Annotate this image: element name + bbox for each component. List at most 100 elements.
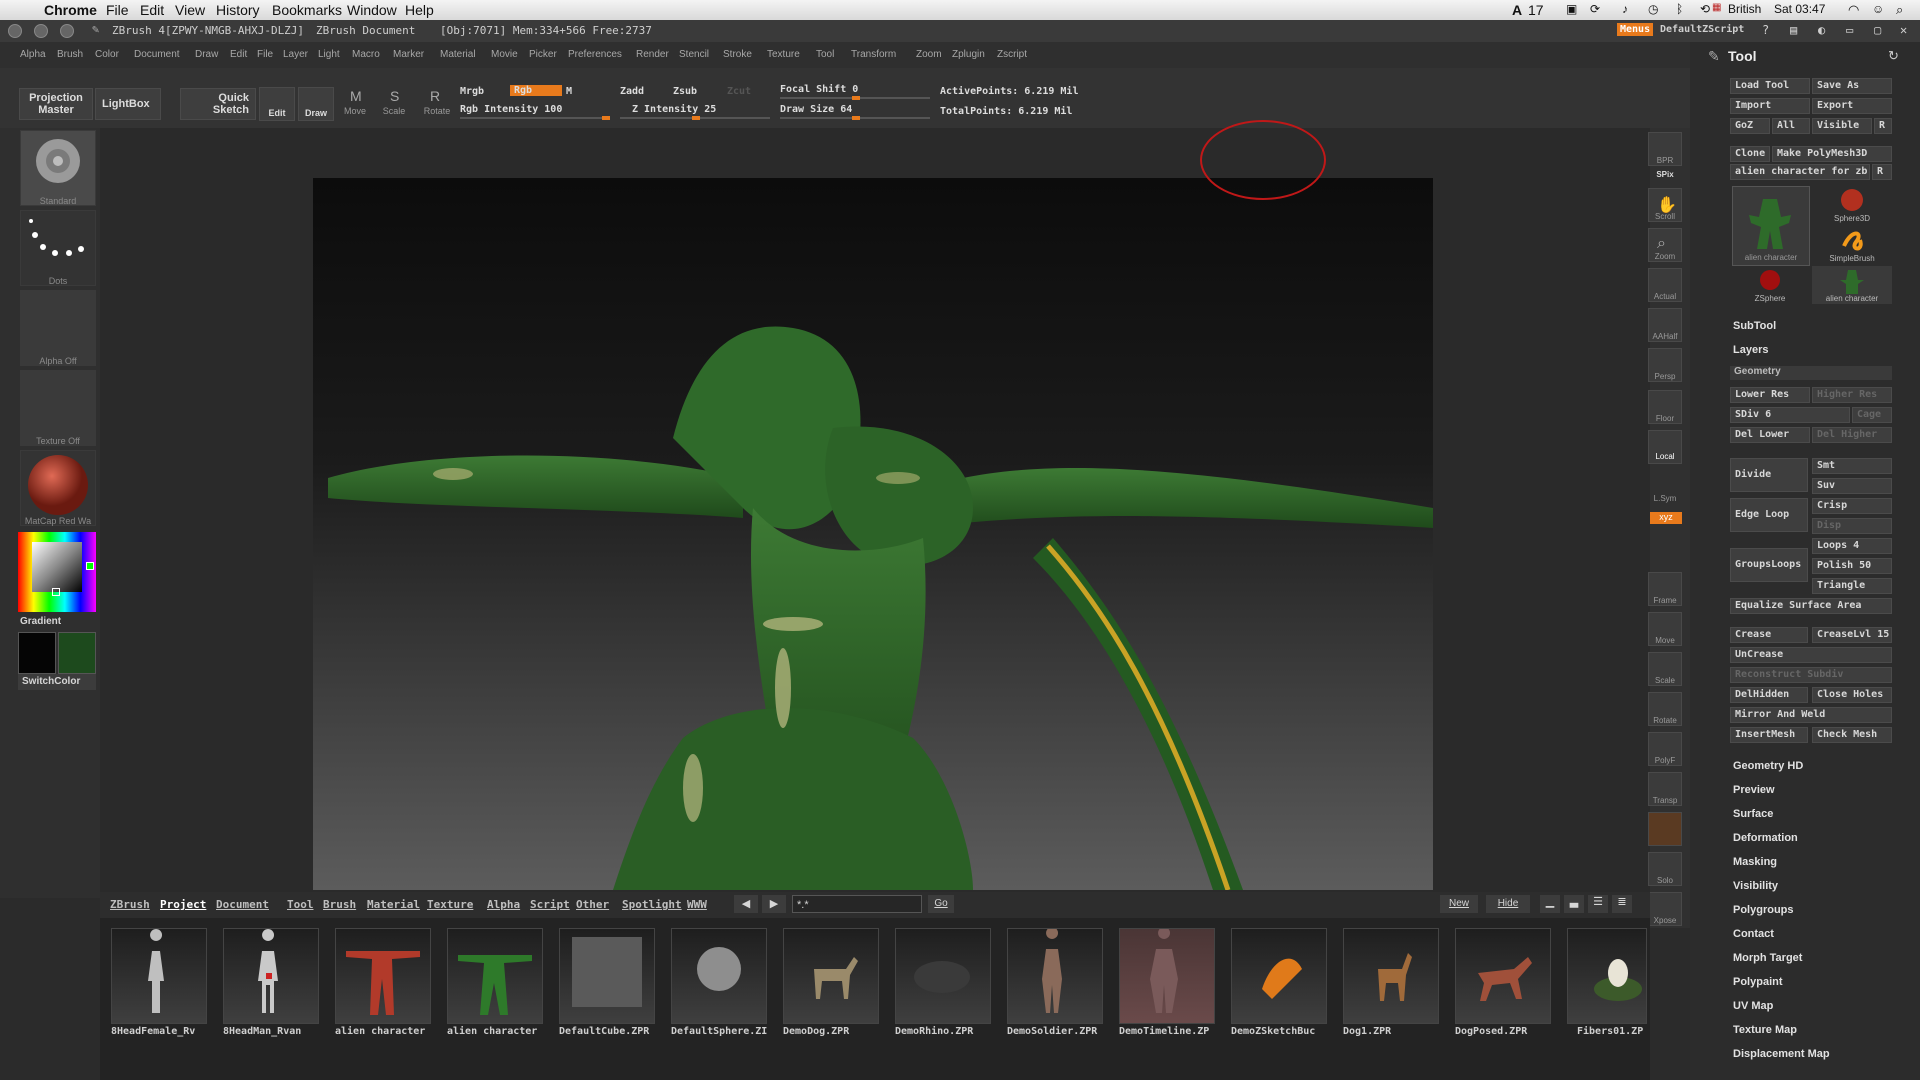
menu-texture[interactable]: Texture (767, 49, 800, 60)
make-polymesh-button[interactable]: Make PolyMesh3D (1772, 146, 1892, 162)
zoom-icon[interactable] (60, 24, 74, 38)
insertmesh-button[interactable]: InsertMesh (1730, 727, 1808, 743)
rotate-button[interactable]: Rotate (420, 106, 454, 116)
lb-tab-www[interactable]: WWW (687, 898, 707, 911)
loops-slider[interactable]: Loops 4 (1812, 538, 1892, 554)
uv-map-section[interactable]: UV Map (1733, 1000, 1773, 1012)
main-color-swatch[interactable] (58, 632, 96, 674)
lower-res-button[interactable]: Lower Res (1730, 387, 1810, 403)
maximize-window-icon[interactable]: ▢ (1874, 23, 1881, 37)
close-window-icon[interactable]: ✕ (1900, 23, 1907, 37)
contact-section[interactable]: Contact (1733, 928, 1774, 940)
preview-section[interactable]: Preview (1733, 784, 1775, 796)
layers-section[interactable]: Layers (1733, 344, 1768, 356)
lb-tab-other[interactable]: Other (576, 898, 609, 911)
view-list-icon[interactable]: ☰ (1588, 895, 1608, 913)
menu-bookmarks[interactable]: Bookmarks (272, 2, 342, 18)
calendar-icon[interactable]: ▣ (1566, 2, 1577, 16)
check-mesh-button[interactable]: Check Mesh (1812, 727, 1892, 743)
export-button[interactable]: Export (1812, 98, 1892, 114)
alpha-picker[interactable] (20, 290, 96, 366)
menu-stencil[interactable]: Stencil (679, 49, 709, 60)
color-square[interactable] (32, 542, 82, 592)
del-lower-button[interactable]: Del Lower (1730, 427, 1810, 443)
menu-render[interactable]: Render (636, 49, 669, 60)
mirror-weld-button[interactable]: Mirror And Weld (1730, 707, 1892, 723)
zcut-button[interactable]: Zcut (727, 86, 751, 97)
visible-button[interactable]: Visible (1812, 118, 1872, 134)
stroke-picker[interactable] (20, 210, 96, 286)
layout-icon[interactable]: ▤ (1790, 23, 1797, 37)
save-as-button[interactable]: Save As (1812, 78, 1892, 94)
menu-window[interactable]: Window (347, 2, 397, 18)
menu-picker[interactable]: Picker (529, 49, 557, 60)
lb-item[interactable] (1231, 928, 1327, 1024)
draw-button[interactable]: Draw (298, 87, 334, 121)
secondary-color-swatch[interactable] (18, 632, 56, 674)
menu-stroke[interactable]: Stroke (723, 49, 752, 60)
view-details-icon[interactable]: ≣ (1612, 895, 1632, 913)
draw-size-track[interactable] (780, 116, 930, 120)
menu-view[interactable]: View (175, 2, 205, 18)
crease-button[interactable]: Crease (1730, 627, 1808, 643)
m-button[interactable]: M (566, 86, 572, 97)
lb-tab-project[interactable]: Project (160, 898, 206, 911)
lb-item[interactable] (1343, 928, 1439, 1024)
menu-brush[interactable]: Brush (57, 49, 83, 60)
default-zscript[interactable]: DefaultZScript (1660, 24, 1744, 35)
material-picker[interactable] (20, 450, 96, 526)
lb-tab-texture[interactable]: Texture (427, 898, 473, 911)
menu-layer[interactable]: Layer (283, 49, 308, 60)
menu-edit-zb[interactable]: Edit (230, 49, 247, 60)
disp-slider[interactable]: Disp (1812, 518, 1892, 534)
sync-icon[interactable]: ⟲ (1700, 2, 1710, 16)
z-intensity-track[interactable] (620, 116, 770, 120)
equalize-surface-button[interactable]: Equalize Surface Area (1730, 598, 1892, 614)
menu-file[interactable]: File (106, 2, 129, 18)
menu-light[interactable]: Light (318, 49, 340, 60)
color-picker[interactable] (18, 532, 96, 612)
brush-picker[interactable] (20, 130, 96, 206)
suv-toggle[interactable]: Suv (1812, 478, 1892, 494)
adobe-icon[interactable]: A (1512, 2, 1522, 18)
lb-tab-alpha[interactable]: Alpha (487, 898, 520, 911)
user-icon[interactable]: ☺ (1872, 2, 1884, 16)
tool-thumb-alien-1[interactable]: alien character (1732, 186, 1810, 266)
texture-map-section[interactable]: Texture Map (1733, 1024, 1797, 1036)
creaselvl-slider[interactable]: CreaseLvl 15 (1812, 627, 1892, 643)
lb-item[interactable] (1567, 928, 1647, 1024)
lb-item[interactable] (223, 928, 319, 1024)
volume-icon[interactable]: ♪ (1622, 2, 1628, 16)
zsub-button[interactable]: Zsub (673, 86, 697, 97)
groupsloops-button[interactable]: GroupsLoops (1730, 548, 1808, 582)
menu-marker[interactable]: Marker (393, 49, 424, 60)
view-medium-icon[interactable]: ▃ (1564, 895, 1584, 913)
geometry-section[interactable]: Geometry (1730, 366, 1892, 380)
wifi-sync-icon[interactable]: ⟳ (1590, 2, 1600, 16)
masking-section[interactable]: Masking (1733, 856, 1777, 868)
edge-loop-button[interactable]: Edge Loop (1730, 498, 1808, 532)
rgb-intensity-track[interactable] (460, 116, 610, 120)
visibility-section[interactable]: Visibility (1733, 880, 1778, 892)
uncrease-button[interactable]: UnCrease (1730, 647, 1892, 663)
menu-document[interactable]: Document (134, 49, 180, 60)
lb-tab-document[interactable]: Document (216, 898, 269, 911)
refresh-icon[interactable]: ↻ (1888, 48, 1899, 64)
prev-arrow-icon[interactable]: ◀ (734, 895, 758, 913)
lb-item[interactable] (1007, 927, 1103, 1024)
lb-tab-brush[interactable]: Brush (323, 898, 356, 911)
sdiv-slider[interactable]: SDiv 6 (1730, 407, 1850, 423)
menu-help[interactable]: Help (405, 2, 434, 18)
tool-thumb-sphere3d[interactable]: Sphere3D (1812, 186, 1892, 224)
next-arrow-icon[interactable]: ▶ (762, 895, 786, 913)
menu-zplugin[interactable]: Zplugin (952, 49, 985, 60)
switchcolor-button[interactable]: SwitchColor (18, 674, 96, 690)
lb-item[interactable] (447, 928, 543, 1024)
surface-section[interactable]: Surface (1733, 808, 1773, 820)
menu-transform[interactable]: Transform (851, 49, 896, 60)
lb-search-input[interactable]: *.* (792, 895, 922, 913)
help-icon[interactable]: ? (1762, 23, 1769, 37)
lb-tab-tool[interactable]: Tool (287, 898, 314, 911)
goz-r-button[interactable]: R (1874, 118, 1892, 134)
lb-tab-script[interactable]: Script (530, 898, 570, 911)
